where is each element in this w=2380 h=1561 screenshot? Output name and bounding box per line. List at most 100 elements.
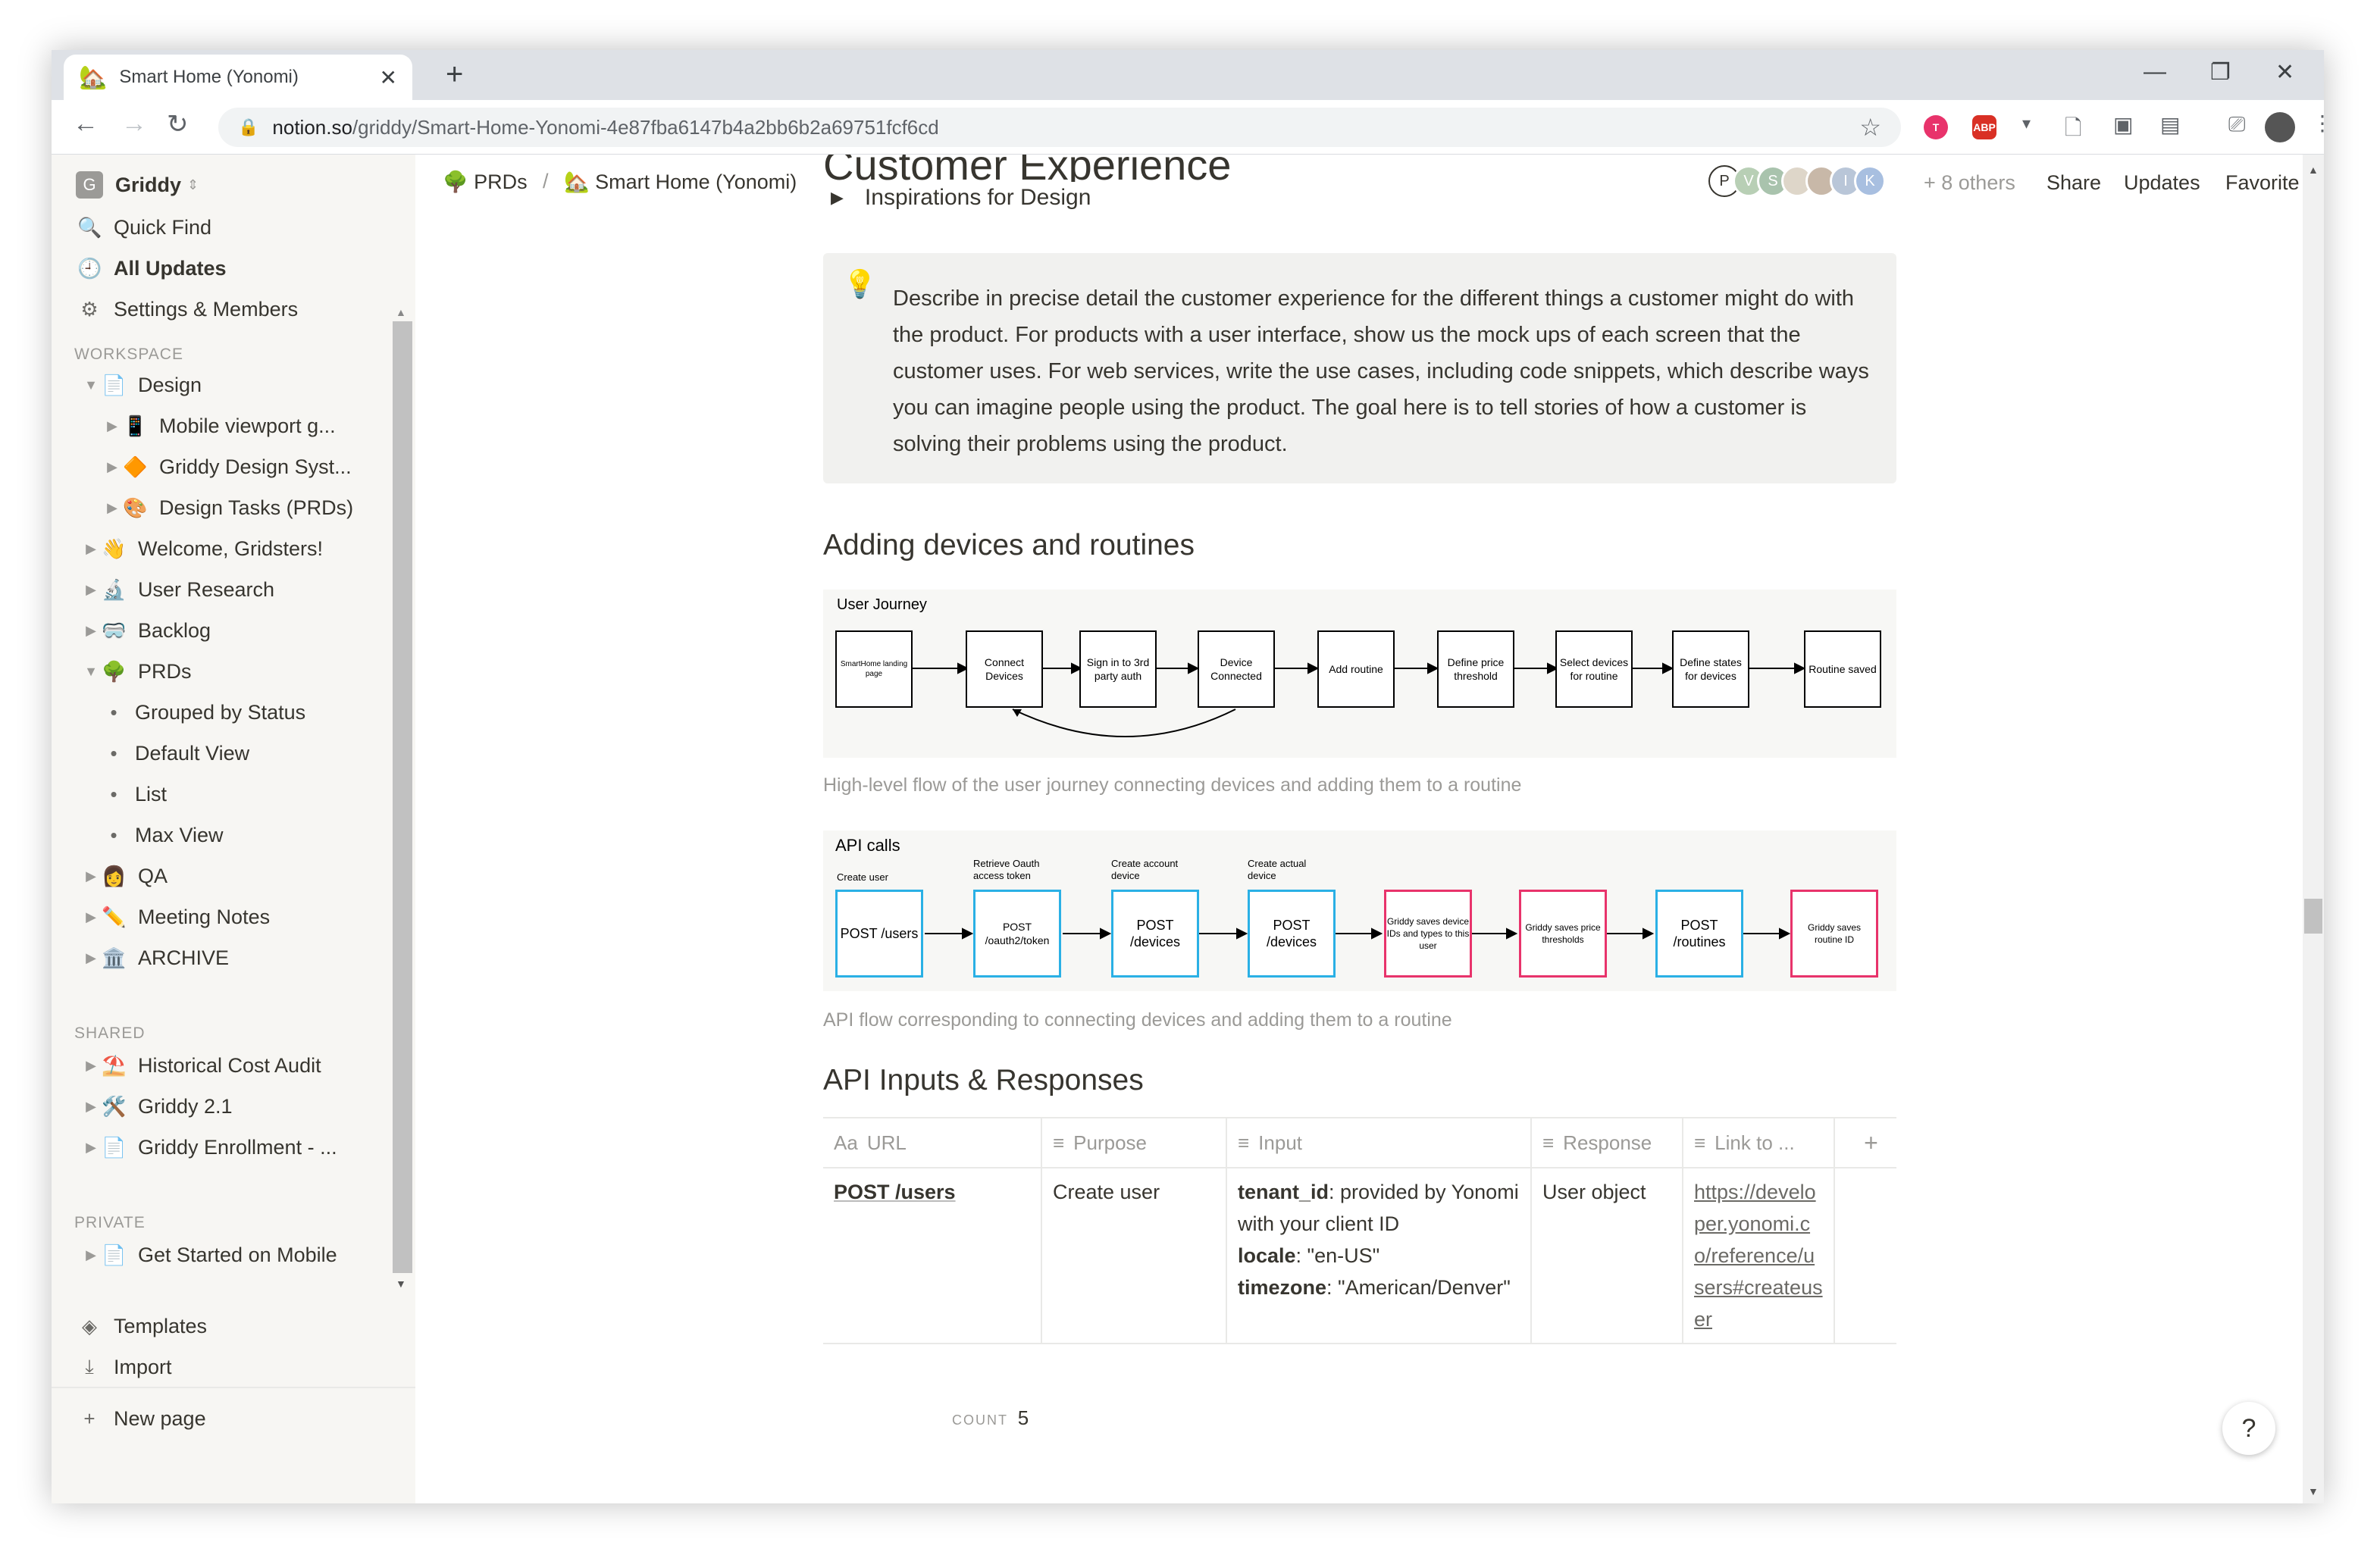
- close-window-icon[interactable]: ✕: [2275, 59, 2294, 86]
- triangle-right-icon[interactable]: ▶: [102, 459, 123, 475]
- import-button[interactable]: ⤓ Import: [77, 1347, 171, 1387]
- back-icon[interactable]: ←: [73, 109, 99, 139]
- sidebar-item-qa[interactable]: ▶ 👩 QA: [80, 856, 168, 896]
- scroll-up-icon[interactable]: ▲: [2308, 164, 2319, 176]
- extension-icon[interactable]: ▤: [2160, 112, 2180, 137]
- scroll-up-icon[interactable]: ▲: [396, 306, 406, 318]
- sidebar-item-design[interactable]: ▼ 📄 Design: [80, 365, 202, 405]
- all-updates-button[interactable]: 🕘 All Updates: [77, 249, 227, 288]
- row-response[interactable]: User object: [1531, 1168, 1683, 1344]
- sidebar-item-griddy-enrollment[interactable]: ▶ 📄 Griddy Enrollment - ...: [80, 1128, 337, 1167]
- dropdown-icon[interactable]: ▾: [2022, 114, 2031, 133]
- triangle-right-icon[interactable]: ▶: [80, 582, 102, 598]
- profile-avatar[interactable]: [2265, 112, 2295, 142]
- classical-building-icon: 🏛️: [102, 946, 127, 969]
- triangle-right-icon[interactable]: ▶: [80, 541, 102, 557]
- triangle-right-icon[interactable]: ▶: [831, 188, 844, 208]
- api-table: Aa URL ≡ Purpose ≡ Input ≡ Response ≡ Link to…: [823, 1117, 1896, 1344]
- triangle-right-icon[interactable]: ▶: [102, 418, 123, 434]
- triangle-right-icon[interactable]: ▶: [80, 1140, 102, 1156]
- row-purpose[interactable]: Create user: [1041, 1168, 1227, 1344]
- table-row[interactable]: POST /users Create user tenant_id: provi…: [823, 1168, 1896, 1344]
- sidebar-item-mobile-viewport[interactable]: ▶ 📱 Mobile viewport g...: [102, 406, 336, 446]
- triangle-right-icon[interactable]: ▶: [80, 909, 102, 925]
- triangle-down-icon[interactable]: ▼: [80, 377, 102, 393]
- sidebar-item-default-view[interactable]: • Default View: [105, 734, 249, 773]
- column-header-url[interactable]: Aa URL: [823, 1117, 1042, 1168]
- bookmark-star-icon[interactable]: ☆: [1859, 113, 1881, 142]
- extension-icon[interactable]: ▣: [2113, 112, 2133, 137]
- close-tab-icon[interactable]: ✕: [380, 65, 397, 90]
- column-header-purpose[interactable]: ≡ Purpose: [1041, 1117, 1227, 1168]
- journey-step: Routine saved: [1804, 630, 1881, 708]
- triangle-right-icon[interactable]: ▶: [80, 1099, 102, 1115]
- other-collaborators[interactable]: + 8 others: [1924, 171, 2015, 195]
- api-step: POST /users: [835, 890, 923, 978]
- help-button[interactable]: ?: [2222, 1402, 2275, 1455]
- sidebar-item-label: QA: [138, 864, 168, 887]
- triangle-right-icon[interactable]: ▶: [80, 868, 102, 884]
- share-button[interactable]: Share: [2046, 171, 2101, 195]
- quick-find-button[interactable]: 🔍 Quick Find: [77, 208, 211, 247]
- adblock-icon[interactable]: ABP: [1972, 115, 1996, 139]
- sidebar-item-max-view[interactable]: • Max View: [105, 815, 223, 855]
- row-link[interactable]: https://developer.yonomi.co/reference/us…: [1694, 1181, 1823, 1331]
- sidebar-item-design-tasks[interactable]: ▶ 🎨 Design Tasks (PRDs): [102, 488, 353, 527]
- cast-icon[interactable]: ⎚: [2228, 112, 2245, 137]
- api-step: POST /oauth2/token: [973, 890, 1061, 978]
- minimize-icon[interactable]: —: [2144, 59, 2166, 85]
- triangle-right-icon[interactable]: ▶: [102, 500, 123, 516]
- favorite-button[interactable]: Favorite: [2225, 171, 2300, 195]
- sidebar-item-design-system[interactable]: ▶ 🔶 Griddy Design Syst...: [102, 447, 352, 486]
- workspace-avatar: G: [76, 171, 103, 199]
- scrollbar-thumb[interactable]: [2304, 899, 2322, 934]
- triangle-right-icon[interactable]: ▶: [80, 1058, 102, 1074]
- settings-button[interactable]: ⚙ Settings & Members: [77, 289, 298, 329]
- updates-button[interactable]: Updates: [2124, 171, 2200, 195]
- sidebar-item-meeting-notes[interactable]: ▶ ✏️ Meeting Notes: [80, 897, 270, 937]
- triangle-down-icon[interactable]: ▼: [80, 664, 102, 680]
- restore-icon[interactable]: ❐: [2210, 59, 2231, 86]
- reload-icon[interactable]: ↻: [167, 109, 189, 139]
- scroll-down-icon[interactable]: ▼: [2308, 1485, 2319, 1497]
- column-header-input[interactable]: ≡ Input: [1226, 1117, 1532, 1168]
- clock-icon: 🕘: [77, 256, 102, 280]
- column-header-response[interactable]: ≡ Response: [1531, 1117, 1683, 1168]
- templates-button[interactable]: ◈ Templates: [77, 1306, 207, 1346]
- row-url: POST /users: [834, 1181, 956, 1203]
- shared-section-header: SHARED: [74, 1025, 146, 1042]
- sidebar-item-historical-cost-audit[interactable]: ▶ ⛱️ Historical Cost Audit: [80, 1046, 321, 1085]
- column-header-link[interactable]: ≡ Link to ...: [1683, 1117, 1835, 1168]
- page-icon[interactable]: 🗋: [2065, 112, 2082, 149]
- row-input[interactable]: tenant_id: provided by Yonomi with your …: [1226, 1168, 1532, 1344]
- add-column-button[interactable]: +: [1834, 1117, 1896, 1168]
- toggle-inspirations[interactable]: ▶ Inspirations for Design: [831, 185, 1091, 211]
- forward-icon[interactable]: →: [121, 109, 147, 139]
- address-bar[interactable]: 🔒 notion.so/griddy/Smart-Home-Yonomi-4e8…: [218, 108, 1901, 147]
- chevron-updown-icon: ⇕: [187, 177, 199, 192]
- home-icon: 🏡: [564, 170, 590, 193]
- triangle-right-icon[interactable]: ▶: [80, 623, 102, 639]
- new-page-button[interactable]: + New page: [77, 1399, 205, 1438]
- page-scrollbar[interactable]: ▲ ▼: [2303, 155, 2324, 1503]
- browser-tab[interactable]: 🏡 Smart Home (Yonomi) ✕: [64, 55, 412, 100]
- breadcrumb-smart-home[interactable]: 🏡 Smart Home (Yonomi): [564, 170, 797, 194]
- menu-icon[interactable]: ⋮: [2312, 111, 2324, 136]
- triangle-right-icon[interactable]: ▶: [80, 1247, 102, 1263]
- sidebar-item-list[interactable]: • List: [105, 774, 167, 814]
- sidebar-item-griddy-2-1[interactable]: ▶ 🛠️ Griddy 2.1: [80, 1087, 232, 1126]
- sidebar-item-user-research[interactable]: ▶ 🔬 User Research: [80, 570, 274, 609]
- extension-icon[interactable]: T: [1924, 115, 1948, 139]
- sidebar-item-get-started[interactable]: ▶ 📄 Get Started on Mobile: [80, 1235, 337, 1275]
- sidebar-scrollbar[interactable]: [393, 321, 412, 1273]
- sidebar-item-prds[interactable]: ▼ 🌳 PRDs: [80, 652, 191, 691]
- sidebar-item-archive[interactable]: ▶ 🏛️ ARCHIVE: [80, 938, 229, 978]
- new-tab-button[interactable]: +: [446, 58, 463, 92]
- sidebar-item-grouped-by-status[interactable]: • Grouped by Status: [105, 693, 305, 732]
- triangle-right-icon[interactable]: ▶: [80, 950, 102, 966]
- workspace-switcher[interactable]: G Griddy ⇕: [76, 165, 199, 205]
- scroll-down-icon[interactable]: ▼: [396, 1278, 406, 1290]
- breadcrumb-prds[interactable]: 🌳 PRDs: [443, 170, 528, 194]
- sidebar-item-welcome[interactable]: ▶ 👋 Welcome, Gridsters!: [80, 529, 323, 568]
- sidebar-item-backlog[interactable]: ▶ 🥽 Backlog: [80, 611, 211, 650]
